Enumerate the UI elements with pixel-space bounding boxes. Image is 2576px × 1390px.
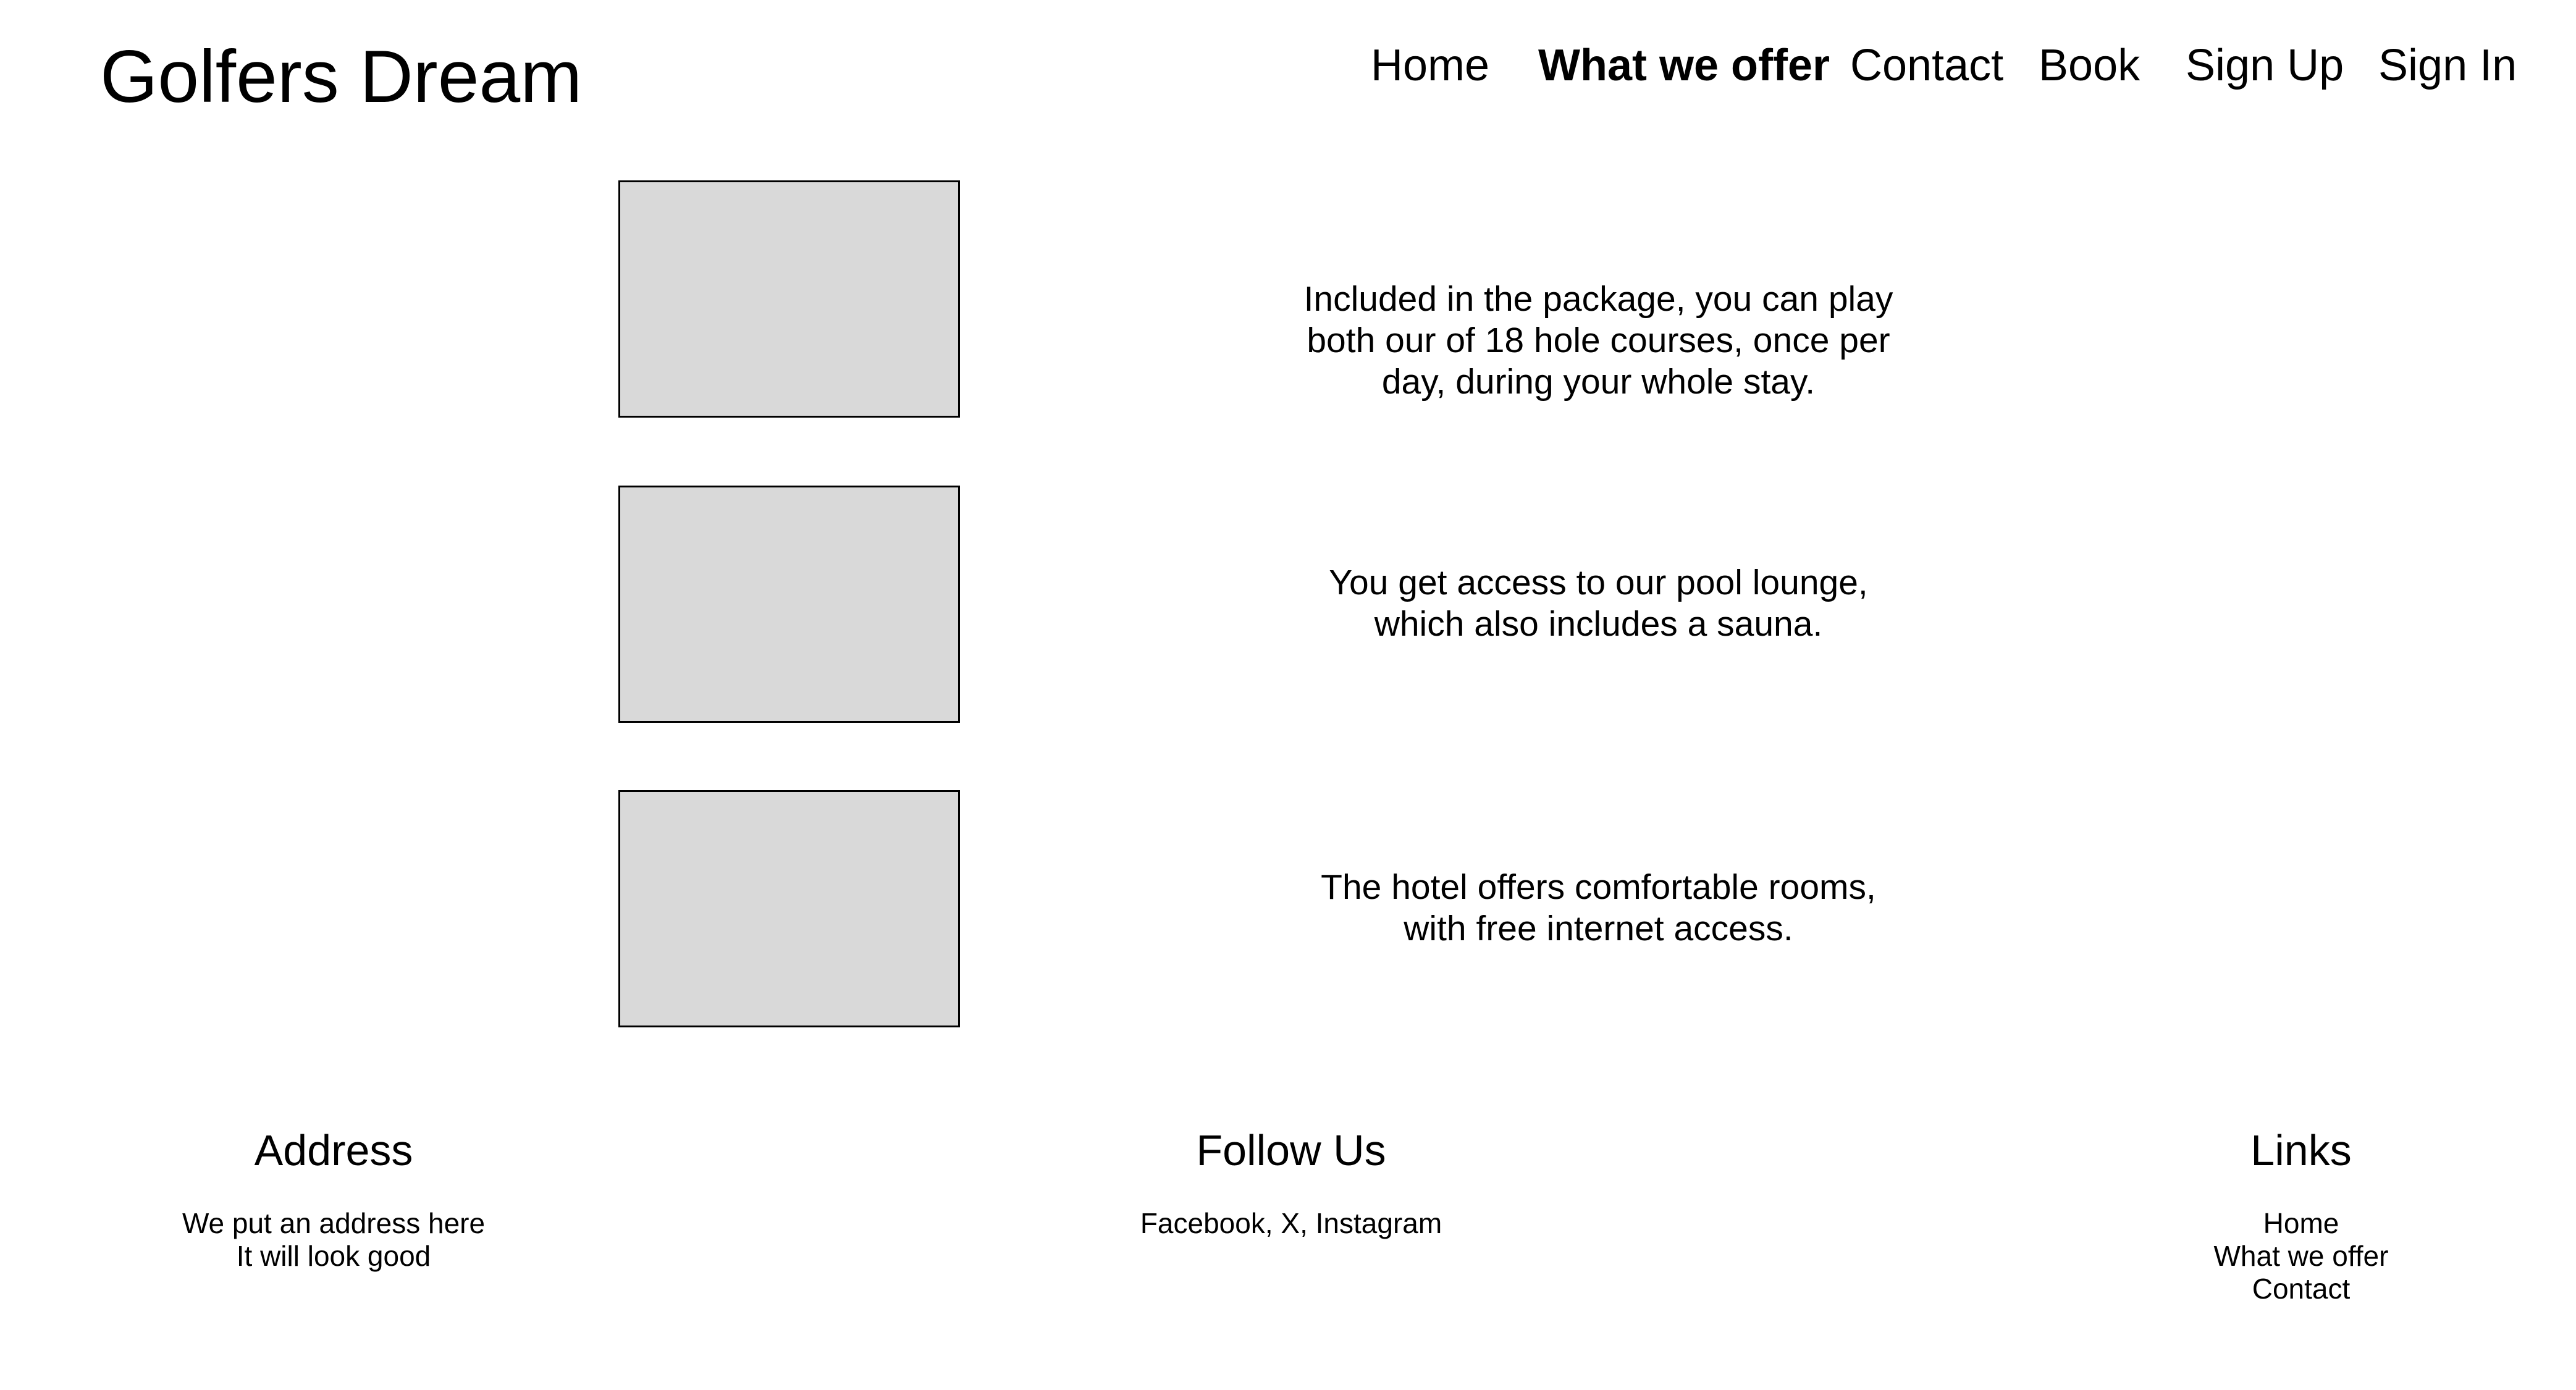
- hotel-rooms-image-placeholder: [618, 790, 960, 1027]
- footer-follow-title: Follow Us: [1196, 1126, 1386, 1174]
- offer-text-golf: Included in the package, you can play bo…: [1303, 279, 1893, 402]
- offer-text-pool: You get access to our pool lounge, which…: [1329, 563, 1868, 644]
- footer-link-home[interactable]: Home: [2054, 1207, 2548, 1240]
- footer-links: Links Home What we offer Contact: [2054, 1123, 2548, 1305]
- footer-address-body: We put an address here It will look good: [182, 1207, 486, 1272]
- nav-what-we-offer[interactable]: What we offer: [1538, 38, 1830, 93]
- brand-title[interactable]: Golfers Dream: [100, 32, 582, 121]
- nav-contact[interactable]: Contact: [1850, 38, 2003, 93]
- footer-links-title: Links: [2250, 1126, 2352, 1174]
- footer-address-title: Address: [254, 1126, 413, 1174]
- pool-lounge-image-placeholder: [618, 486, 960, 723]
- footer-links-list: Home What we offer Contact: [2054, 1207, 2548, 1305]
- footer-link-what-we-offer[interactable]: What we offer: [2054, 1240, 2548, 1273]
- nav-sign-up[interactable]: Sign Up: [2186, 38, 2344, 93]
- offer-text-rooms: The hotel offers comfortable rooms, with…: [1321, 867, 1876, 948]
- footer-address: Address We put an address here It will l…: [86, 1123, 581, 1273]
- footer-follow-us: Follow Us Facebook, X, Instagram: [1044, 1123, 1538, 1240]
- nav-book[interactable]: Book: [2039, 38, 2140, 93]
- footer-social-links[interactable]: Facebook, X, Instagram: [1044, 1207, 1538, 1240]
- footer-link-contact[interactable]: Contact: [2054, 1273, 2548, 1305]
- nav-sign-in[interactable]: Sign In: [2378, 38, 2517, 93]
- golf-course-image-placeholder: [618, 180, 960, 418]
- nav-home[interactable]: Home: [1371, 38, 1489, 93]
